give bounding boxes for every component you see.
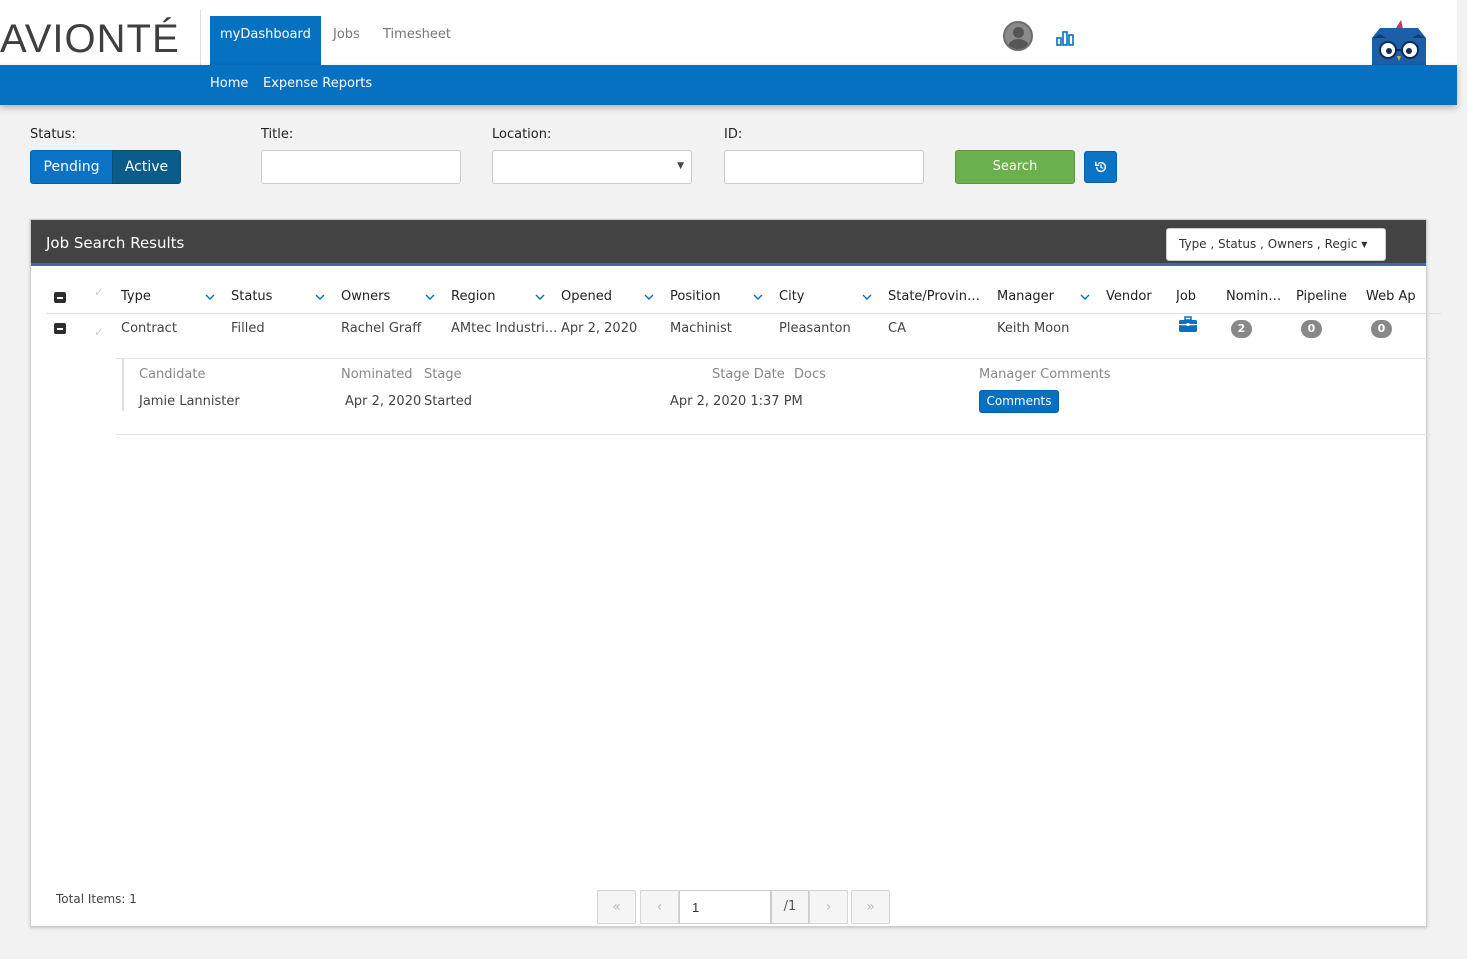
column-header-status[interactable]: Status	[231, 289, 311, 304]
next-page-button[interactable]: ›	[809, 890, 848, 924]
location-label: Location:	[492, 127, 552, 142]
briefcase-icon[interactable]	[1178, 316, 1198, 333]
prev-page-button[interactable]: ‹	[640, 890, 679, 924]
title-input[interactable]	[261, 150, 461, 184]
cell-city: Pleasanton	[779, 321, 851, 336]
total-items: Total Items: 1	[56, 892, 137, 906]
candidate-subtable: Candidate Nominated Stage Stage Date Doc…	[116, 358, 1431, 435]
caret-down-icon: ▼	[677, 161, 684, 171]
pipeline-count-badge[interactable]: 0	[1301, 320, 1322, 338]
sort-chevron-icon[interactable]	[1080, 293, 1090, 301]
column-header-manager[interactable]: Manager	[997, 289, 1077, 304]
title-label: Title:	[261, 127, 294, 142]
web-ap-count-badge[interactable]: 0	[1371, 320, 1392, 338]
status-label: Status:	[30, 127, 76, 142]
sort-chevron-icon[interactable]	[535, 293, 545, 301]
column-header-position[interactable]: Position	[670, 289, 750, 304]
column-header-pipeline[interactable]: Pipeline	[1296, 289, 1356, 304]
search-history-button[interactable]	[1084, 151, 1117, 183]
sort-chevron-icon[interactable]	[315, 293, 325, 301]
cell-position: Machinist	[670, 321, 732, 336]
subheader-manager-comments: Manager Comments	[979, 367, 1111, 382]
select-all-check-icon[interactable]: ✓	[94, 285, 104, 299]
column-header-web-ap[interactable]: Web Ap	[1366, 289, 1426, 304]
page-number-input[interactable]	[679, 890, 771, 924]
column-header-owners[interactable]: Owners	[341, 289, 421, 304]
candidate-nominated-date: Apr 2, 2020	[345, 394, 422, 409]
collapse-row-icon[interactable]	[54, 323, 66, 334]
caret-down-icon: ▼	[1361, 240, 1368, 249]
cell-opened: Apr 2, 2020	[561, 321, 638, 336]
panel-title: Job Search Results	[46, 234, 185, 252]
header-divider	[46, 313, 1441, 314]
cell-status: Filled	[231, 321, 265, 336]
user-avatar-icon[interactable]	[1003, 21, 1033, 51]
cell-region: AMtec Industri...	[451, 321, 556, 336]
job-search-results-panel: Job Search Results Type , Status , Owner…	[30, 219, 1441, 927]
subheader-candidate: Candidate	[139, 367, 206, 382]
nominated-count-badge[interactable]: 2	[1231, 320, 1252, 338]
owl-mascot-icon	[1372, 20, 1426, 65]
id-input[interactable]	[724, 150, 924, 184]
status-pending-button[interactable]: Pending	[30, 150, 113, 184]
history-icon	[1095, 161, 1107, 173]
sort-chevron-icon[interactable]	[205, 293, 215, 301]
subheader-nominated: Nominated	[341, 367, 413, 382]
subheader-stage: Stage	[424, 367, 462, 382]
search-button[interactable]: Search	[955, 150, 1075, 184]
subtable-indent-bar	[122, 359, 124, 411]
id-label: ID:	[724, 127, 743, 142]
tab-jobs[interactable]: Jobs	[323, 16, 370, 65]
subheader-docs: Docs	[794, 367, 826, 382]
cell-owners: Rachel Graff	[341, 321, 422, 336]
first-page-button[interactable]: «	[597, 890, 636, 924]
column-header-type[interactable]: Type	[121, 289, 201, 304]
avionte-logo[interactable]: AVIONTÉ	[0, 14, 180, 64]
chevron-left-icon: ‹	[656, 899, 663, 915]
column-header-opened[interactable]: Opened	[561, 289, 641, 304]
candidate-stage: Started	[424, 394, 473, 409]
column-header-city[interactable]: City	[779, 289, 859, 304]
column-header-nominated[interactable]: Nominated	[1226, 289, 1286, 304]
double-chevron-left-icon: «	[612, 899, 621, 915]
double-chevron-right-icon: »	[866, 899, 875, 915]
tab-mydashboard[interactable]: myDashboard	[210, 16, 321, 65]
column-selector-value: Type , Status , Owners , Regic	[1179, 237, 1358, 251]
status-active-button[interactable]: Active	[112, 150, 181, 184]
sub-nav: Home Expense Reports	[0, 65, 1457, 105]
comments-button[interactable]: Comments	[979, 390, 1059, 413]
subnav-expense-reports[interactable]: Expense Reports	[263, 76, 372, 91]
last-page-button[interactable]: »	[851, 890, 890, 924]
subheader-stage-date: Stage Date	[712, 367, 785, 382]
candidate-stage-date: Apr 2, 2020 1:37 PM	[670, 394, 803, 409]
candidate-name[interactable]: Jamie Lannister	[139, 394, 240, 409]
cell-state: CA	[888, 321, 906, 336]
logo-divider	[200, 10, 201, 65]
subnav-home[interactable]: Home	[210, 76, 248, 91]
cell-manager: Keith Moon	[997, 321, 1070, 336]
sort-chevron-icon[interactable]	[753, 293, 763, 301]
column-header-vendor[interactable]: Vendor	[1106, 289, 1164, 304]
sort-chevron-icon[interactable]	[644, 293, 654, 301]
cell-type: Contract	[121, 321, 177, 336]
sort-chevron-icon[interactable]	[425, 293, 435, 301]
column-selector-dropdown[interactable]: Type , Status , Owners , Regic ▼	[1166, 228, 1386, 261]
total-pages: /1	[771, 890, 809, 924]
column-header-region[interactable]: Region	[451, 289, 531, 304]
column-header-job[interactable]: Job	[1176, 289, 1212, 304]
top-bar: AVIONTÉ myDashboard Jobs Timesheet	[0, 0, 1457, 65]
row-check-icon[interactable]: ✓	[94, 325, 104, 339]
column-header-state-province[interactable]: State/Province	[888, 289, 980, 304]
tab-timesheet[interactable]: Timesheet	[373, 16, 461, 65]
location-select[interactable]: ▼	[492, 150, 692, 184]
collapse-all-icon[interactable]	[54, 292, 66, 303]
bar-chart-icon[interactable]	[1056, 30, 1074, 46]
sort-chevron-icon[interactable]	[862, 293, 872, 301]
chevron-right-icon: ›	[825, 899, 832, 915]
panel-header: Job Search Results Type , Status , Owner…	[31, 220, 1426, 266]
